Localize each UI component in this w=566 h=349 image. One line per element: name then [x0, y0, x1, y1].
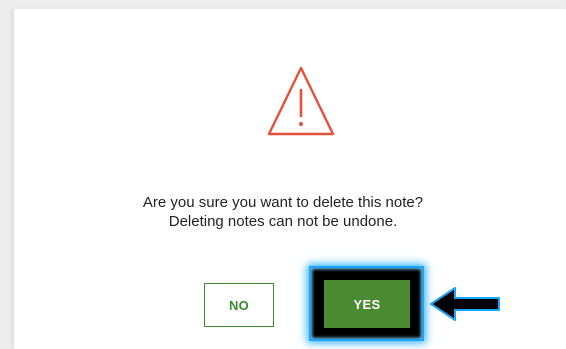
- yes-button[interactable]: YES: [324, 280, 410, 328]
- left-arrow-icon: [430, 287, 500, 321]
- warning-triangle-icon: [267, 66, 335, 136]
- confirmation-message: Are you sure you want to delete this not…: [0, 193, 566, 231]
- no-button[interactable]: NO: [204, 283, 274, 327]
- background-strip-top: [0, 0, 566, 9]
- message-line-1: Are you sure you want to delete this not…: [142, 194, 424, 211]
- message-line-2: Deleting notes can not be undone.: [168, 213, 398, 230]
- background-strip-left: [0, 9, 14, 349]
